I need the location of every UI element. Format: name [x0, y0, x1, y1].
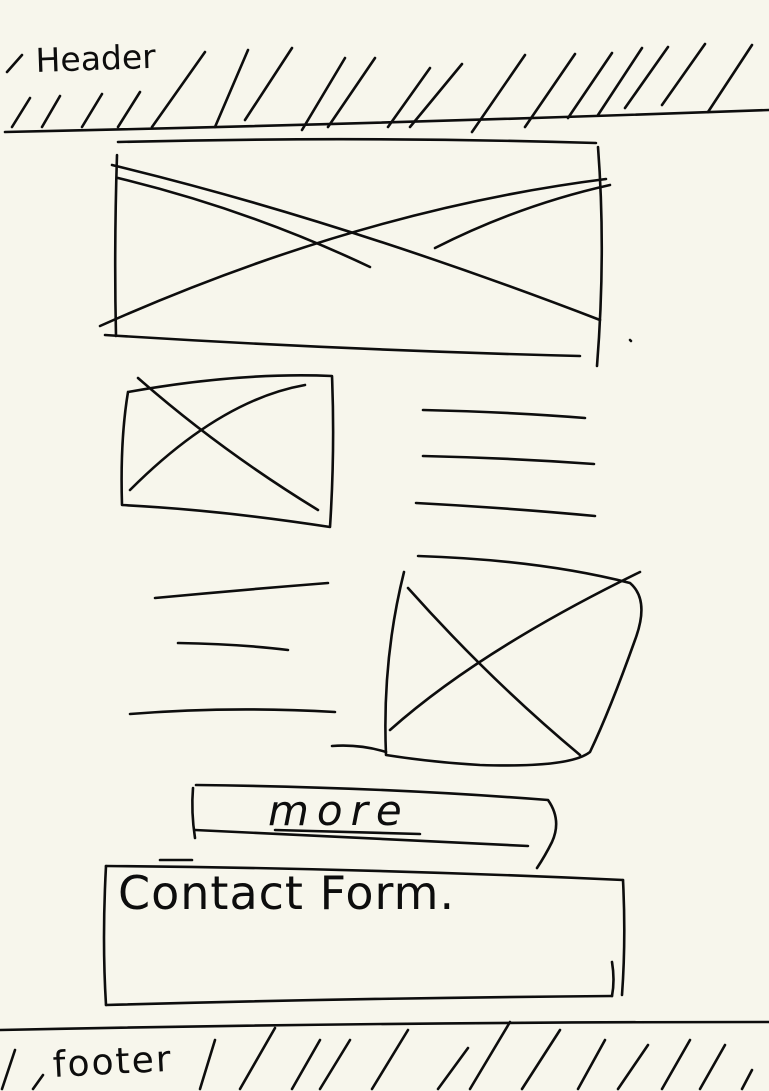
row2-image-placeholder — [330, 554, 643, 767]
more-button[interactable]: more — [192, 784, 560, 848]
hero-image-placeholder — [98, 137, 633, 368]
more-button-label: more — [268, 786, 410, 835]
row1-image-placeholder — [120, 374, 335, 529]
header-label: Header — [34, 36, 157, 80]
wireframe-sketch: Header more Contact Form. footer — [0, 0, 769, 1091]
contact-form-label: Contact Form. — [118, 866, 456, 920]
footer-label: footer — [51, 1038, 174, 1086]
contact-form[interactable]: Contact Form. — [106, 866, 623, 1005]
row1-text-lines — [414, 408, 597, 518]
row2-text-lines — [128, 581, 337, 716]
